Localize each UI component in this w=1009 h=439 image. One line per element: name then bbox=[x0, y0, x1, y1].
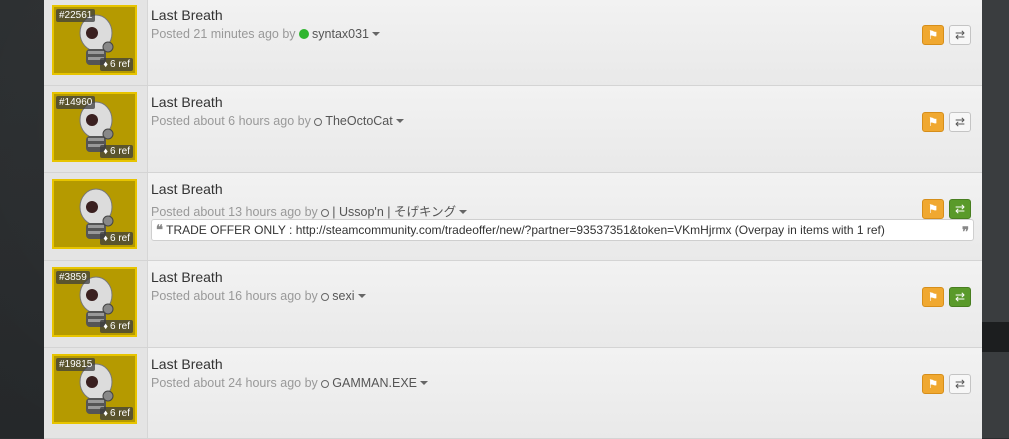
trade-button[interactable]: ⇄ bbox=[949, 199, 971, 219]
flag-button[interactable]: ⚑ bbox=[922, 25, 944, 45]
chevron-down-icon[interactable] bbox=[420, 381, 429, 385]
user-link[interactable]: sexi bbox=[332, 289, 354, 303]
listing-row: #22561 ♦ 6 ref Last Breath Posted 21 minu… bbox=[44, 0, 982, 86]
exchange-icon: ⇄ bbox=[954, 290, 966, 304]
trade-button[interactable]: ⇄ bbox=[949, 25, 971, 45]
exchange-icon: ⇄ bbox=[954, 202, 966, 216]
flag-icon: ⚑ bbox=[927, 377, 939, 391]
exchange-icon: ⇄ bbox=[954, 28, 966, 42]
item-title[interactable]: Last Breath bbox=[151, 269, 223, 285]
user-link[interactable]: GAMMAN.EXE bbox=[332, 376, 417, 390]
quote-close-icon: ❞ bbox=[962, 224, 969, 239]
item-thumbnail[interactable]: ♦ 6 ref bbox=[52, 179, 137, 249]
right-scroll-strip bbox=[982, 0, 1009, 438]
listing-meta: Posted about 24 hours ago by GAMMAN.EXE bbox=[151, 376, 429, 390]
chevron-down-icon[interactable] bbox=[372, 32, 381, 36]
flag-icon: ⚑ bbox=[927, 28, 939, 42]
flag-icon: ⚑ bbox=[927, 202, 939, 216]
posted-text: Posted about 24 hours ago by bbox=[151, 376, 318, 390]
tag-icon: ♦ bbox=[103, 146, 108, 156]
chevron-down-icon[interactable] bbox=[459, 210, 468, 214]
chevron-down-icon[interactable] bbox=[395, 119, 404, 123]
flag-button[interactable]: ⚑ bbox=[922, 287, 944, 307]
offline-status-icon bbox=[314, 118, 323, 126]
item-thumbnail[interactable]: #14960 ♦ 6 ref bbox=[52, 92, 137, 162]
item-thumbnail[interactable]: #3859 ♦ 6 ref bbox=[52, 267, 137, 337]
item-thumbnail[interactable]: #19815 ♦ 6 ref bbox=[52, 354, 137, 424]
flag-button[interactable]: ⚑ bbox=[922, 374, 944, 394]
flag-icon: ⚑ bbox=[927, 115, 939, 129]
item-id-badge: #14960 bbox=[56, 96, 96, 109]
offline-status-icon bbox=[321, 209, 330, 217]
flag-icon: ⚑ bbox=[927, 290, 939, 304]
tag-icon: ♦ bbox=[103, 321, 108, 331]
item-id-badge: #22561 bbox=[56, 9, 96, 22]
item-title[interactable]: Last Breath bbox=[151, 356, 223, 372]
price-label: 6 ref bbox=[109, 408, 130, 419]
item-title[interactable]: Last Breath bbox=[151, 94, 223, 110]
comment-text: TRADE OFFER ONLY : http://steamcommunity… bbox=[166, 223, 885, 237]
posted-text: Posted about 16 hours ago by bbox=[151, 289, 318, 303]
price-label: 6 ref bbox=[109, 233, 130, 244]
price-label: 6 ref bbox=[109, 59, 130, 70]
posted-text: Posted about 13 hours ago by bbox=[151, 205, 318, 219]
price-badge: ♦ 6 ref bbox=[100, 407, 133, 420]
listing-meta: Posted 21 minutes ago by syntax031 bbox=[151, 27, 381, 41]
item-id-badge: #19815 bbox=[56, 358, 96, 371]
price-badge: ♦ 6 ref bbox=[100, 232, 133, 245]
tag-icon: ♦ bbox=[103, 408, 108, 418]
posted-text: Posted 21 minutes ago by bbox=[151, 27, 296, 41]
flag-button[interactable]: ⚑ bbox=[922, 199, 944, 219]
user-link[interactable]: TheOctoCat bbox=[325, 114, 392, 128]
trade-button[interactable]: ⇄ bbox=[949, 112, 971, 132]
item-id-badge: #3859 bbox=[56, 271, 90, 284]
item-title[interactable]: Last Breath bbox=[151, 181, 223, 197]
listing-meta: Posted about 6 hours ago by TheOctoCat bbox=[151, 114, 404, 128]
chevron-down-icon[interactable] bbox=[357, 294, 366, 298]
listing-meta: Posted about 13 hours ago by | Ussop'n |… bbox=[151, 201, 468, 220]
flag-button[interactable]: ⚑ bbox=[922, 112, 944, 132]
trade-button[interactable]: ⇄ bbox=[949, 374, 971, 394]
trade-button[interactable]: ⇄ bbox=[949, 287, 971, 307]
item-thumbnail[interactable]: #22561 ♦ 6 ref bbox=[52, 5, 137, 75]
listing-row: ♦ 6 ref Last Breath Posted about 13 hours… bbox=[44, 173, 982, 261]
tag-icon: ♦ bbox=[103, 59, 108, 69]
strip-dark-segment bbox=[982, 322, 1009, 352]
tag-icon: ♦ bbox=[103, 233, 108, 243]
listing-comment: ❝ TRADE OFFER ONLY : http://steamcommuni… bbox=[151, 219, 974, 241]
price-label: 6 ref bbox=[109, 321, 130, 332]
user-link[interactable]: syntax031 bbox=[312, 27, 369, 41]
exchange-icon: ⇄ bbox=[954, 115, 966, 129]
quote-open-icon: ❝ bbox=[156, 222, 163, 237]
item-title[interactable]: Last Breath bbox=[151, 7, 223, 23]
exchange-icon: ⇄ bbox=[954, 377, 966, 391]
offline-status-icon bbox=[321, 380, 330, 388]
listing-row: #14960 ♦ 6 ref Last Breath Posted about 6… bbox=[44, 86, 982, 173]
listing-meta: Posted about 16 hours ago by sexi bbox=[151, 289, 366, 303]
price-badge: ♦ 6 ref bbox=[100, 320, 133, 333]
user-link[interactable]: | Ussop'n | そげキング bbox=[332, 205, 456, 219]
listing-row: #3859 ♦ 6 ref Last Breath Posted about 16… bbox=[44, 261, 982, 348]
online-status-icon bbox=[299, 29, 310, 39]
offline-status-icon bbox=[321, 293, 330, 301]
listings-panel: #22561 ♦ 6 ref Last Breath Posted 21 minu… bbox=[44, 0, 982, 439]
posted-text: Posted about 6 hours ago by bbox=[151, 114, 311, 128]
listing-row: #19815 ♦ 6 ref Last Breath Posted about 2… bbox=[44, 348, 982, 439]
price-label: 6 ref bbox=[109, 146, 130, 157]
price-badge: ♦ 6 ref bbox=[100, 145, 133, 158]
price-badge: ♦ 6 ref bbox=[100, 58, 133, 71]
